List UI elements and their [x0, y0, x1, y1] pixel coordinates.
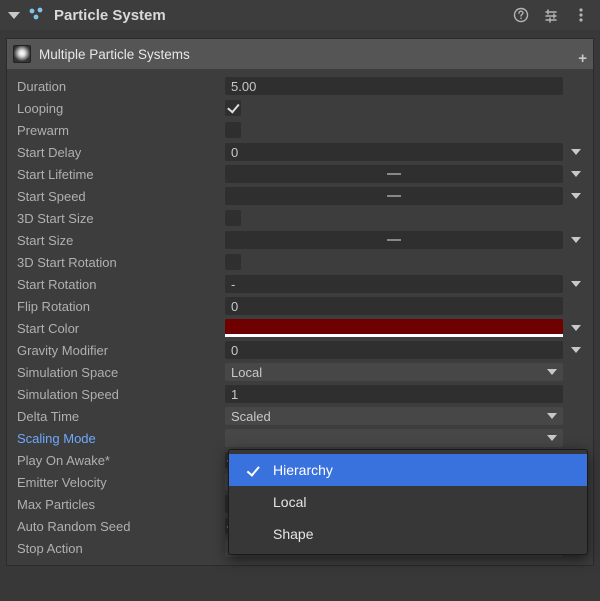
label-duration: Duration	[17, 79, 225, 94]
component-header: Particle System	[0, 0, 600, 30]
start-lifetime-field[interactable]	[225, 165, 563, 183]
row-simulation-speed: Simulation Speed	[9, 383, 593, 405]
start-color-mode-icon[interactable]	[571, 325, 581, 331]
label-play-on-awake: Play On Awake*	[17, 453, 225, 468]
label-start-speed: Start Speed	[17, 189, 225, 204]
label-flip-rotation: Flip Rotation	[17, 299, 225, 314]
dropdown-item-label: Shape	[273, 526, 313, 542]
dropdown-item-label: Hierarchy	[273, 462, 333, 478]
row-3d-start-size: 3D Start Size	[9, 207, 593, 229]
delta-time-select[interactable]: Scaled	[225, 407, 563, 425]
3d-start-size-checkbox[interactable]	[225, 210, 241, 226]
label-max-particles: Max Particles	[17, 497, 225, 512]
label-start-size: Start Size	[17, 233, 225, 248]
label-start-color: Start Color	[17, 321, 225, 336]
3d-start-rotation-checkbox[interactable]	[225, 254, 241, 270]
scaling-mode-select[interactable]	[225, 429, 563, 447]
start-lifetime-mode-icon[interactable]	[571, 171, 581, 177]
label-looping: Looping	[17, 101, 225, 116]
row-start-speed: Start Speed	[9, 185, 593, 207]
start-size-mode-icon[interactable]	[571, 237, 581, 243]
start-speed-field[interactable]	[225, 187, 563, 205]
dropdown-item-shape[interactable]: Shape	[229, 518, 587, 550]
flip-rotation-input[interactable]	[225, 297, 563, 315]
chevron-down-icon	[547, 413, 557, 419]
start-rotation-input[interactable]	[225, 275, 563, 293]
module-title: Multiple Particle Systems	[39, 47, 190, 62]
row-3d-start-rotation: 3D Start Rotation	[9, 251, 593, 273]
start-delay-input[interactable]	[225, 143, 563, 161]
prewarm-checkbox[interactable]	[225, 122, 241, 138]
gravity-modifier-input[interactable]	[225, 341, 563, 359]
label-start-delay: Start Delay	[17, 145, 225, 160]
looping-checkbox[interactable]	[225, 100, 241, 116]
row-start-lifetime: Start Lifetime	[9, 163, 593, 185]
row-looping: Looping	[9, 97, 593, 119]
row-scaling-mode: Scaling Mode	[9, 427, 593, 449]
label-emitter-velocity: Emitter Velocity	[17, 475, 225, 490]
delta-time-value: Scaled	[231, 409, 271, 424]
row-flip-rotation: Flip Rotation	[9, 295, 593, 317]
row-duration: Duration	[9, 75, 593, 97]
label-start-rotation: Start Rotation	[17, 277, 225, 292]
simulation-space-select[interactable]: Local	[225, 363, 563, 381]
dropdown-item-local[interactable]: Local	[229, 486, 587, 518]
row-simulation-space: Simulation Space Local	[9, 361, 593, 383]
scaling-mode-dropdown: Hierarchy Local Shape	[228, 449, 588, 555]
simulation-space-value: Local	[231, 365, 262, 380]
row-start-size: Start Size	[9, 229, 593, 251]
row-prewarm: Prewarm	[9, 119, 593, 141]
chevron-down-icon	[547, 369, 557, 375]
particle-system-icon	[28, 6, 46, 24]
check-icon	[247, 467, 261, 474]
start-delay-mode-icon[interactable]	[571, 149, 581, 155]
label-stop-action: Stop Action	[17, 541, 225, 556]
dropdown-item-hierarchy[interactable]: Hierarchy	[229, 454, 587, 486]
label-simulation-speed: Simulation Speed	[17, 387, 225, 402]
start-color-swatch[interactable]	[225, 319, 563, 337]
duration-input[interactable]	[225, 77, 563, 95]
label-gravity-modifier: Gravity Modifier	[17, 343, 225, 358]
label-start-lifetime: Start Lifetime	[17, 167, 225, 182]
dropdown-item-label: Local	[273, 494, 306, 510]
label-3d-start-rotation: 3D Start Rotation	[17, 255, 225, 270]
chevron-down-icon	[547, 435, 557, 441]
simulation-speed-input[interactable]	[225, 385, 563, 403]
label-delta-time: Delta Time	[17, 409, 225, 424]
gravity-modifier-mode-icon[interactable]	[571, 347, 581, 353]
row-delta-time: Delta Time Scaled	[9, 405, 593, 427]
row-start-delay: Start Delay	[9, 141, 593, 163]
preset-icon[interactable]	[540, 4, 562, 26]
help-icon[interactable]	[510, 4, 532, 26]
row-start-color: Start Color	[9, 317, 593, 339]
module-thumbnail-icon	[13, 45, 31, 63]
label-prewarm: Prewarm	[17, 123, 225, 138]
context-menu-icon[interactable]	[570, 4, 592, 26]
add-module-icon[interactable]: +	[578, 50, 587, 67]
label-scaling-mode: Scaling Mode	[17, 431, 225, 446]
label-auto-random-seed: Auto Random Seed	[17, 519, 225, 534]
row-start-rotation: Start Rotation	[9, 273, 593, 295]
label-simulation-space: Simulation Space	[17, 365, 225, 380]
row-gravity-modifier: Gravity Modifier	[9, 339, 593, 361]
component-title: Particle System	[54, 7, 166, 24]
start-speed-mode-icon[interactable]	[571, 193, 581, 199]
start-size-field[interactable]	[225, 231, 563, 249]
module-header[interactable]: Multiple Particle Systems +	[7, 39, 593, 69]
label-3d-start-size: 3D Start Size	[17, 211, 225, 226]
start-rotation-mode-icon[interactable]	[571, 281, 581, 287]
foldout-icon[interactable]	[8, 12, 20, 19]
